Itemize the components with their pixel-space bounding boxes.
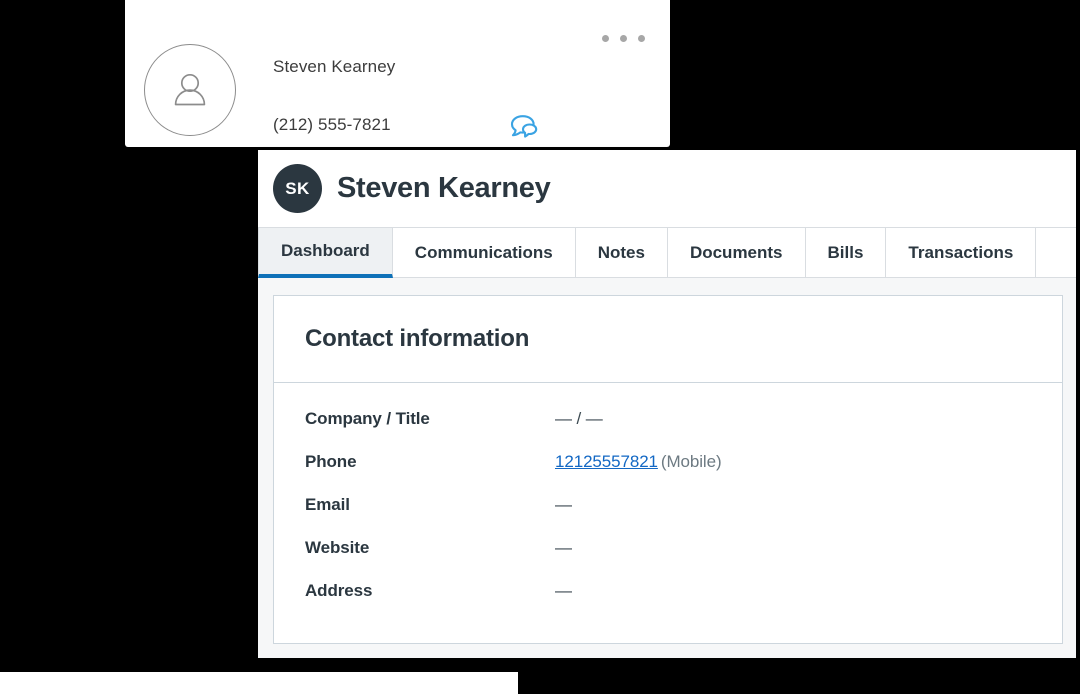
tab-documents[interactable]: Documents [668,228,806,277]
tab-label: Transactions [908,243,1013,263]
info-label: Company / Title [305,409,555,429]
preview-contact-name: Steven Kearney [273,57,395,77]
tab-label: Communications [415,243,553,263]
info-label: Phone [305,452,555,472]
more-options-dots-icon[interactable] [602,35,645,42]
info-row-website: Website — [305,538,1062,581]
panel-title: Contact information [305,325,529,353]
bottom-white-band [0,672,518,694]
info-value: — [555,495,572,515]
tab-label: Bills [828,243,864,263]
phone-type-label: (Mobile) [661,452,722,471]
info-label: Address [305,581,555,601]
avatar: SK [273,164,322,213]
info-value: — [555,538,572,558]
record-detail-window: SK Steven Kearney Dashboard Communicatio… [258,150,1076,658]
record-header: SK Steven Kearney [258,150,1076,227]
chat-bubbles-icon[interactable] [510,114,540,140]
contact-preview-card: Steven Kearney (212) 555-7821 [125,0,670,147]
panel-header: Contact information [274,296,1062,383]
panel-body: Company / Title — / — Phone 12125557821(… [274,383,1062,624]
info-row-email: Email — [305,495,1062,538]
info-row-address: Address — [305,581,1062,624]
tab-label: Dashboard [281,241,370,261]
info-value: 12125557821(Mobile) [555,452,722,472]
contact-information-panel: Contact information Company / Title — / … [273,295,1063,644]
info-row-phone: Phone 12125557821(Mobile) [305,452,1062,495]
page-title: Steven Kearney [337,172,550,205]
info-row-company-title: Company / Title — / — [305,409,1062,452]
info-label: Email [305,495,555,515]
tab-communications[interactable]: Communications [393,228,576,277]
tab-dashboard[interactable]: Dashboard [258,228,393,278]
phone-number-link[interactable]: 12125557821 [555,452,658,471]
person-outline-icon [144,44,236,136]
info-value: — / — [555,409,603,429]
tab-label: Notes [598,243,645,263]
tab-label: Documents [690,243,783,263]
tab-bar: Dashboard Communications Notes Documents… [258,227,1076,278]
dashboard-panel-area: Contact information Company / Title — / … [258,278,1076,658]
preview-contact-phone: (212) 555-7821 [273,115,391,135]
info-label: Website [305,538,555,558]
tab-bills[interactable]: Bills [806,228,887,277]
tab-transactions[interactable]: Transactions [886,228,1036,277]
info-value: — [555,581,572,601]
tab-notes[interactable]: Notes [576,228,668,277]
